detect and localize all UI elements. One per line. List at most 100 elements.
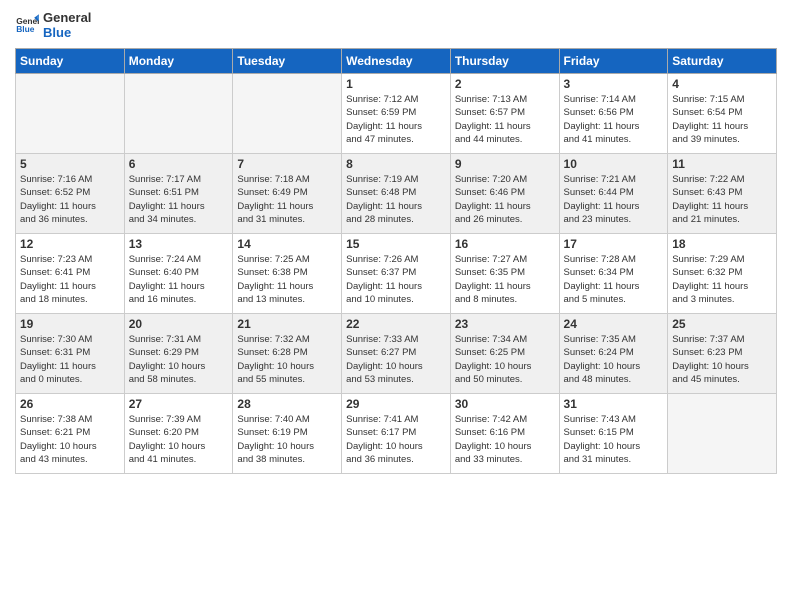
day-number: 13 [129, 237, 229, 251]
day-number: 30 [455, 397, 555, 411]
day-cell-5: 5 Sunrise: 7:16 AMSunset: 6:52 PMDaylight… [16, 154, 125, 234]
day-info: Sunrise: 7:23 AMSunset: 6:41 PMDaylight:… [20, 253, 120, 306]
day-cell-15: 15 Sunrise: 7:26 AMSunset: 6:37 PMDayligh… [342, 234, 451, 314]
header: General Blue General Blue [15, 10, 777, 40]
day-number: 7 [237, 157, 337, 171]
day-info: Sunrise: 7:20 AMSunset: 6:46 PMDaylight:… [455, 173, 555, 226]
day-info: Sunrise: 7:28 AMSunset: 6:34 PMDaylight:… [564, 253, 664, 306]
week-row: 5 Sunrise: 7:16 AMSunset: 6:52 PMDaylight… [16, 154, 777, 234]
calendar-table: SundayMondayTuesdayWednesdayThursdayFrid… [15, 48, 777, 474]
day-cell-27: 27 Sunrise: 7:39 AMSunset: 6:20 PMDayligh… [124, 394, 233, 474]
day-number: 18 [672, 237, 772, 251]
day-cell-19: 19 Sunrise: 7:30 AMSunset: 6:31 PMDayligh… [16, 314, 125, 394]
logo-blue: Blue [43, 25, 91, 40]
svg-text:Blue: Blue [16, 24, 35, 34]
day-number: 20 [129, 317, 229, 331]
day-info: Sunrise: 7:14 AMSunset: 6:56 PMDaylight:… [564, 93, 664, 146]
header-row: SundayMondayTuesdayWednesdayThursdayFrid… [16, 49, 777, 74]
day-info: Sunrise: 7:29 AMSunset: 6:32 PMDaylight:… [672, 253, 772, 306]
day-number: 3 [564, 77, 664, 91]
day-cell-21: 21Sunrise: 7:32 AMSunset: 6:28 PMDayligh… [233, 314, 342, 394]
day-number: 19 [20, 317, 120, 331]
day-cell-16: 16Sunrise: 7:27 AMSunset: 6:35 PMDayligh… [450, 234, 559, 314]
day-cell-24: 24 Sunrise: 7:35 AMSunset: 6:24 PMDayligh… [559, 314, 668, 394]
logo-general: General [43, 10, 91, 25]
day-info: Sunrise: 7:42 AMSunset: 6:16 PMDaylight:… [455, 413, 555, 466]
day-number: 12 [20, 237, 120, 251]
day-header-tuesday: Tuesday [233, 49, 342, 74]
day-header-wednesday: Wednesday [342, 49, 451, 74]
day-number: 10 [564, 157, 664, 171]
day-number: 27 [129, 397, 229, 411]
day-cell-28: 28 Sunrise: 7:40 AMSunset: 6:19 PMDayligh… [233, 394, 342, 474]
day-cell-14: 14 Sunrise: 7:25 AMSunset: 6:38 PMDayligh… [233, 234, 342, 314]
day-number: 14 [237, 237, 337, 251]
day-number: 23 [455, 317, 555, 331]
day-number: 5 [20, 157, 120, 171]
day-cell-12: 12 Sunrise: 7:23 AMSunset: 6:41 PMDayligh… [16, 234, 125, 314]
day-info: Sunrise: 7:19 AMSunset: 6:48 PMDaylight:… [346, 173, 446, 226]
day-number: 28 [237, 397, 337, 411]
day-header-thursday: Thursday [450, 49, 559, 74]
empty-cell [16, 74, 125, 154]
day-info: Sunrise: 7:34 AMSunset: 6:25 PMDaylight:… [455, 333, 555, 386]
day-cell-1: 1Sunrise: 7:12 AMSunset: 6:59 PMDaylight… [342, 74, 451, 154]
day-cell-20: 20 Sunrise: 7:31 AMSunset: 6:29 PMDayligh… [124, 314, 233, 394]
day-info: Sunrise: 7:35 AMSunset: 6:24 PMDaylight:… [564, 333, 664, 386]
empty-cell [233, 74, 342, 154]
day-cell-26: 26 Sunrise: 7:38 AMSunset: 6:21 PMDayligh… [16, 394, 125, 474]
day-info: Sunrise: 7:21 AMSunset: 6:44 PMDaylight:… [564, 173, 664, 226]
day-number: 22 [346, 317, 446, 331]
day-info: Sunrise: 7:38 AMSunset: 6:21 PMDaylight:… [20, 413, 120, 466]
day-cell-9: 9 Sunrise: 7:20 AMSunset: 6:46 PMDaylight… [450, 154, 559, 234]
day-number: 9 [455, 157, 555, 171]
day-cell-30: 30 Sunrise: 7:42 AMSunset: 6:16 PMDayligh… [450, 394, 559, 474]
logo-icon: General Blue [15, 13, 39, 37]
day-info: Sunrise: 7:18 AMSunset: 6:49 PMDaylight:… [237, 173, 337, 226]
day-cell-2: 2 Sunrise: 7:13 AMSunset: 6:57 PMDaylight… [450, 74, 559, 154]
day-number: 25 [672, 317, 772, 331]
day-number: 26 [20, 397, 120, 411]
page: General Blue General Blue SundayMondayTu… [0, 0, 792, 612]
day-info: Sunrise: 7:22 AMSunset: 6:43 PMDaylight:… [672, 173, 772, 226]
week-row: 26 Sunrise: 7:38 AMSunset: 6:21 PMDayligh… [16, 394, 777, 474]
day-info: Sunrise: 7:40 AMSunset: 6:19 PMDaylight:… [237, 413, 337, 466]
day-cell-8: 8Sunrise: 7:19 AMSunset: 6:48 PMDaylight… [342, 154, 451, 234]
day-info: Sunrise: 7:12 AMSunset: 6:59 PMDaylight:… [346, 93, 446, 146]
day-cell-7: 7 Sunrise: 7:18 AMSunset: 6:49 PMDaylight… [233, 154, 342, 234]
day-number: 31 [564, 397, 664, 411]
day-header-friday: Friday [559, 49, 668, 74]
day-number: 24 [564, 317, 664, 331]
day-number: 15 [346, 237, 446, 251]
day-header-saturday: Saturday [668, 49, 777, 74]
day-cell-29: 29Sunrise: 7:41 AMSunset: 6:17 PMDayligh… [342, 394, 451, 474]
day-info: Sunrise: 7:39 AMSunset: 6:20 PMDaylight:… [129, 413, 229, 466]
week-row: 19 Sunrise: 7:30 AMSunset: 6:31 PMDayligh… [16, 314, 777, 394]
day-number: 2 [455, 77, 555, 91]
logo: General Blue General Blue [15, 10, 91, 40]
empty-cell [124, 74, 233, 154]
day-header-monday: Monday [124, 49, 233, 74]
day-info: Sunrise: 7:41 AMSunset: 6:17 PMDaylight:… [346, 413, 446, 466]
day-info: Sunrise: 7:17 AMSunset: 6:51 PMDaylight:… [129, 173, 229, 226]
day-info: Sunrise: 7:30 AMSunset: 6:31 PMDaylight:… [20, 333, 120, 386]
day-info: Sunrise: 7:25 AMSunset: 6:38 PMDaylight:… [237, 253, 337, 306]
day-info: Sunrise: 7:31 AMSunset: 6:29 PMDaylight:… [129, 333, 229, 386]
day-info: Sunrise: 7:26 AMSunset: 6:37 PMDaylight:… [346, 253, 446, 306]
week-row: 1Sunrise: 7:12 AMSunset: 6:59 PMDaylight… [16, 74, 777, 154]
day-number: 17 [564, 237, 664, 251]
day-cell-11: 11Sunrise: 7:22 AMSunset: 6:43 PMDayligh… [668, 154, 777, 234]
day-number: 16 [455, 237, 555, 251]
day-info: Sunrise: 7:16 AMSunset: 6:52 PMDaylight:… [20, 173, 120, 226]
day-cell-18: 18 Sunrise: 7:29 AMSunset: 6:32 PMDayligh… [668, 234, 777, 314]
week-row: 12 Sunrise: 7:23 AMSunset: 6:41 PMDayligh… [16, 234, 777, 314]
day-cell-4: 4Sunrise: 7:15 AMSunset: 6:54 PMDaylight… [668, 74, 777, 154]
day-cell-10: 10 Sunrise: 7:21 AMSunset: 6:44 PMDayligh… [559, 154, 668, 234]
day-info: Sunrise: 7:32 AMSunset: 6:28 PMDaylight:… [237, 333, 337, 386]
day-cell-25: 25Sunrise: 7:37 AMSunset: 6:23 PMDayligh… [668, 314, 777, 394]
day-header-sunday: Sunday [16, 49, 125, 74]
day-cell-23: 23 Sunrise: 7:34 AMSunset: 6:25 PMDayligh… [450, 314, 559, 394]
day-info: Sunrise: 7:15 AMSunset: 6:54 PMDaylight:… [672, 93, 772, 146]
day-cell-6: 6Sunrise: 7:17 AMSunset: 6:51 PMDaylight… [124, 154, 233, 234]
day-info: Sunrise: 7:13 AMSunset: 6:57 PMDaylight:… [455, 93, 555, 146]
